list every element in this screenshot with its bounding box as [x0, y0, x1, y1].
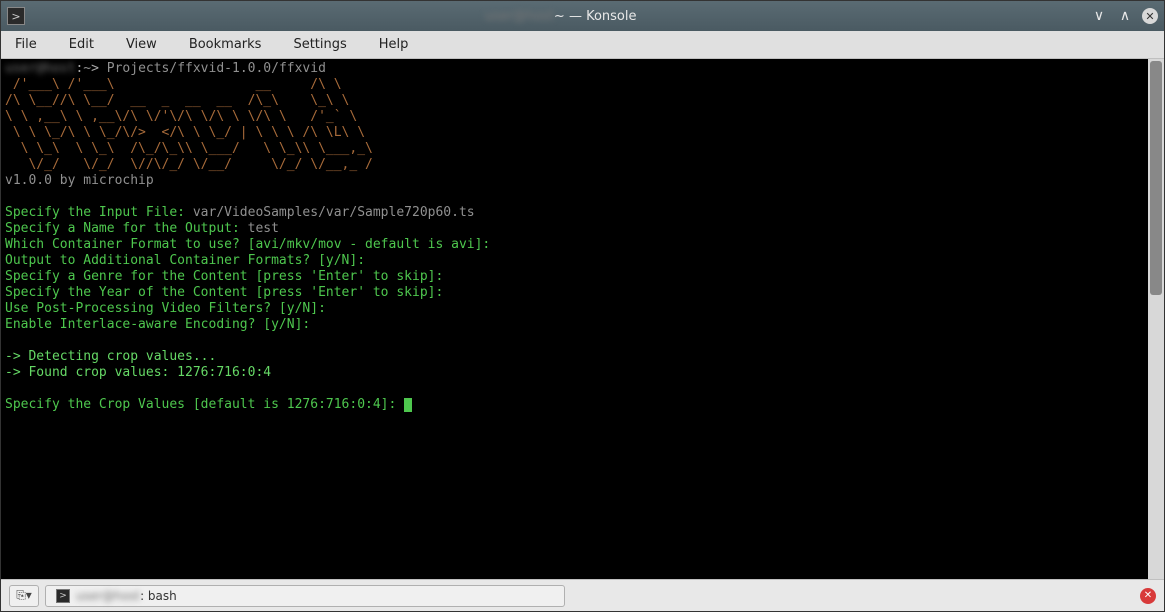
terminal-area: user@host:~> Projects/ffxvid-1.0.0/ffxvi… [1, 59, 1164, 579]
prompt-end: > [91, 61, 99, 76]
menu-settings[interactable]: Settings [287, 33, 352, 56]
app-icon-glyph: > [11, 10, 20, 23]
prompt-year: Specify the Year of the Content [press '… [5, 285, 443, 300]
tab-label-host: user@host [76, 589, 140, 603]
close-tab-button[interactable]: ✕ [1140, 588, 1156, 604]
answer-input-file: var/VideoSamples/var/Sample720p60.ts [193, 205, 475, 220]
menu-help[interactable]: Help [373, 33, 415, 56]
menu-view[interactable]: View [120, 33, 163, 56]
ascii-art-line: \/_/ \/_/ \//\/_/ \/__/ \/_/ \/__,_ / [5, 157, 373, 172]
app-icon: > [7, 7, 25, 25]
scrollbar-thumb[interactable] [1150, 61, 1162, 295]
ascii-art-line: \ \ \_/\ \ \_/\/> </\ \ \_/ | \ \ \ /\ \… [5, 125, 365, 140]
prompt-path: ~ [83, 61, 91, 76]
menu-file[interactable]: File [9, 33, 43, 56]
prompt-additional: Output to Additional Container Formats? … [5, 253, 365, 268]
prompt-interlace: Enable Interlace-aware Encoding? [y/N]: [5, 317, 310, 332]
prompt-input-file: Specify the Input File: [5, 205, 193, 220]
prompt-genre: Specify a Genre for the Content [press '… [5, 269, 443, 284]
vertical-scrollbar[interactable] [1148, 59, 1164, 579]
close-icon: ✕ [1145, 10, 1154, 23]
status-found: -> Found crop values: 1276:716:0:4 [5, 365, 271, 380]
prompt-output-name: Specify a Name for the Output: [5, 221, 248, 236]
menu-bookmarks[interactable]: Bookmarks [183, 33, 268, 56]
minimize-icon: ∨ [1094, 8, 1104, 24]
tab-icon-glyph: > [59, 591, 67, 601]
maximize-icon: ∧ [1120, 8, 1130, 24]
prompt-crop: Specify the Crop Values [default is 1276… [5, 397, 404, 412]
menu-edit[interactable]: Edit [63, 33, 100, 56]
prompt-container: Which Container Format to use? [avi/mkv/… [5, 237, 490, 252]
prompt-user: user@host [5, 61, 75, 76]
konsole-window: > user@host~ — Konsole ∨ ∧ ✕ File Edit V… [0, 0, 1165, 612]
ascii-art-line: \ \_\ \ \_\ /\_/\_\\ \___/ \ \_\\ \___,_… [5, 141, 373, 156]
terminal-cursor [404, 398, 412, 412]
title-hostname-blurred: user@host [485, 9, 554, 24]
terminal-tab[interactable]: > user@host: bash [45, 585, 565, 607]
tab-label: user@host: bash [76, 589, 177, 603]
ascii-art-line: /'___\ /'___\ __ /\ \ [5, 77, 342, 92]
title-suffix: ~ — Konsole [554, 9, 637, 24]
maximize-button[interactable]: ∧ [1116, 7, 1134, 25]
titlebar: > user@host~ — Konsole ∨ ∧ ✕ [1, 1, 1164, 31]
window-controls: ∨ ∧ ✕ [1090, 7, 1158, 25]
menubar: File Edit View Bookmarks Settings Help [1, 31, 1164, 59]
terminal[interactable]: user@host:~> Projects/ffxvid-1.0.0/ffxvi… [1, 59, 1148, 579]
ascii-art-line: /\ \__//\ \__/ __ _ __ __ /\_\ \_\ \ [5, 93, 349, 108]
answer-output-name: test [248, 221, 279, 236]
tab-label-suffix: : bash [140, 589, 177, 603]
prompt-postproc: Use Post-Processing Video Filters? [y/N]… [5, 301, 326, 316]
command-text: Projects/ffxvid-1.0.0/ffxvid [107, 61, 326, 76]
new-tab-icon: ⎘▾ [16, 588, 32, 603]
minimize-button[interactable]: ∨ [1090, 7, 1108, 25]
window-title: user@host~ — Konsole [31, 9, 1090, 24]
status-detecting: -> Detecting crop values... [5, 349, 216, 364]
new-tab-button[interactable]: ⎘▾ [9, 585, 39, 607]
version-line: v1.0.0 by microchip [5, 173, 154, 188]
ascii-art-line: \ \ ,__\ \ ,__\/\ \/'\/\ \/\ \ \/\ \ /'_… [5, 109, 357, 124]
close-button[interactable]: ✕ [1142, 8, 1158, 24]
close-tab-icon: ✕ [1144, 590, 1152, 601]
tab-icon: > [56, 589, 70, 603]
bottombar: ⎘▾ > user@host: bash ✕ [1, 579, 1164, 611]
